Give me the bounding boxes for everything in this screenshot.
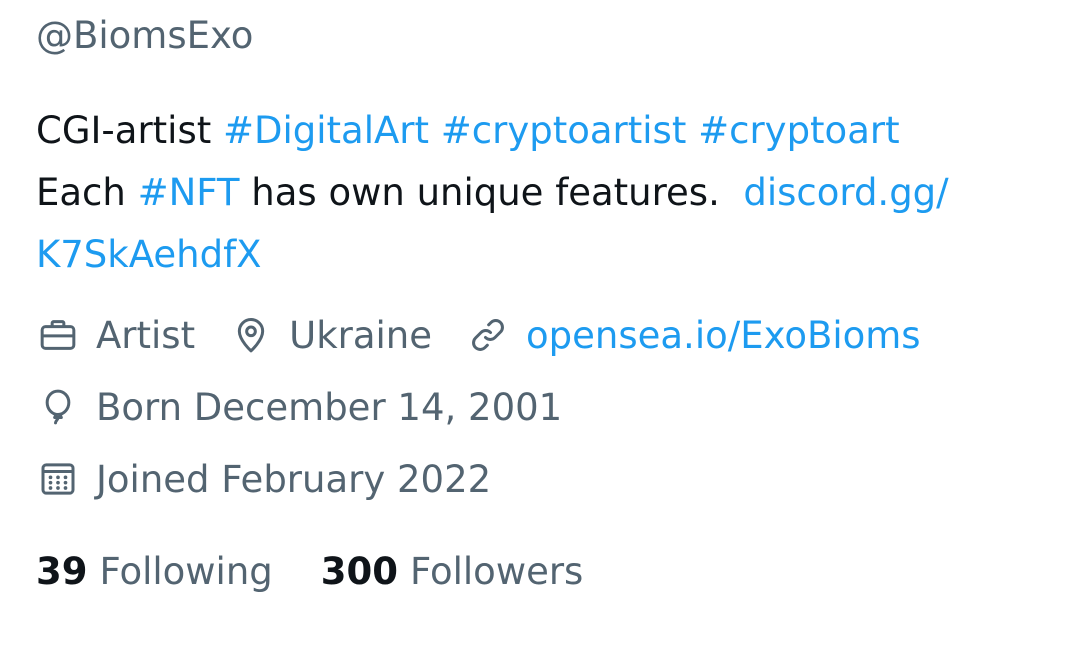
profile-handle: @BiomsExo bbox=[36, 14, 254, 57]
following-stat-link[interactable]: 39 Following bbox=[36, 548, 273, 596]
bio-line-1: CGI-artist #DigitalArt #cryptoartist #cr… bbox=[36, 100, 1046, 162]
website-item[interactable]: opensea.io/ExoBioms bbox=[466, 313, 921, 357]
discord-link[interactable]: discord.gg/ bbox=[743, 171, 948, 214]
briefcase-icon bbox=[36, 313, 80, 357]
hashtag-cryptoartist-link[interactable]: #cryptoartist bbox=[441, 109, 687, 152]
followers-stat-link[interactable]: 300 Followers bbox=[321, 548, 584, 596]
bio-text: has own unique features. bbox=[239, 171, 744, 214]
profession-text: Artist bbox=[96, 313, 196, 357]
profile-meta-row-2: Born December 14, 2001 bbox=[36, 383, 596, 431]
bio-line-3: K7SkAehdfX bbox=[36, 224, 1046, 286]
joined-text: Joined February 2022 bbox=[96, 457, 492, 501]
location-pin-icon bbox=[229, 313, 273, 357]
followers-label: Followers bbox=[410, 550, 584, 593]
birthday-item: Born December 14, 2001 bbox=[36, 385, 562, 429]
following-label: Following bbox=[99, 550, 273, 593]
bio-text: CGI-artist bbox=[36, 109, 223, 152]
calendar-icon bbox=[36, 457, 80, 501]
location-text: Ukraine bbox=[289, 313, 432, 357]
hashtag-digitalart-link[interactable]: #DigitalArt bbox=[223, 109, 429, 152]
balloon-icon bbox=[36, 385, 80, 429]
bio-space bbox=[686, 109, 698, 152]
website-link[interactable]: opensea.io/ExoBioms bbox=[526, 314, 921, 357]
profile-bio: CGI-artist #DigitalArt #cryptoartist #cr… bbox=[36, 100, 1046, 286]
following-count: 39 bbox=[36, 550, 88, 593]
profile-meta-row-3: Joined February 2022 bbox=[36, 455, 525, 503]
profile-meta-row-1: Artist Ukraine opensea.io/ExoBioms bbox=[36, 311, 955, 359]
followers-count: 300 bbox=[320, 550, 399, 593]
hashtag-cryptoart-link[interactable]: #cryptoart bbox=[698, 109, 899, 152]
profile-stats: 39 Following 300 Followers bbox=[36, 548, 631, 596]
bio-line-2: Each #NFT has own unique features. disco… bbox=[36, 162, 1046, 224]
location-item: Ukraine bbox=[229, 313, 432, 357]
bio-space bbox=[429, 109, 441, 152]
hashtag-nft-link[interactable]: #NFT bbox=[138, 171, 240, 214]
link-icon bbox=[466, 313, 510, 357]
bio-text: Each bbox=[36, 171, 138, 214]
joined-item: Joined February 2022 bbox=[36, 457, 491, 501]
birthday-text: Born December 14, 2001 bbox=[96, 385, 563, 429]
profession-item: Artist bbox=[36, 313, 195, 357]
discord-link-continued[interactable]: K7SkAehdfX bbox=[36, 233, 261, 276]
